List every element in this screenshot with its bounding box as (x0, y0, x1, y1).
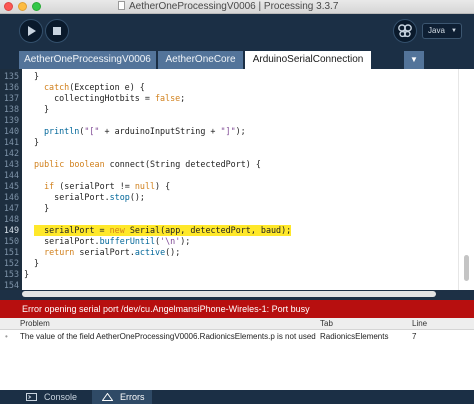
minimize-window-button[interactable] (18, 2, 27, 11)
code-text: } (24, 269, 30, 279)
code-text: } (34, 137, 40, 147)
code-text: catch(Exception e) { (44, 82, 145, 92)
code-line: 145 if (serialPort != null) { (3, 181, 171, 191)
keyword: null (134, 181, 156, 191)
code-text: println("[" + arduinoInputString + "]"); (44, 126, 246, 136)
vertical-scrollbar[interactable] (458, 69, 474, 290)
errors-table-header: Problem Tab Line (0, 318, 474, 330)
code-text: if (serialPort != null) { (44, 181, 171, 191)
keyword: boolean (69, 159, 105, 169)
code-text: } (34, 203, 50, 213)
stop-button[interactable] (45, 19, 69, 43)
string-literal: "[" (84, 126, 100, 136)
code-line: 139 (3, 115, 19, 125)
code-text: return serialPort.active(); (44, 247, 181, 257)
code-line: 141 } (3, 137, 40, 147)
play-icon (28, 26, 36, 36)
code-line: 152 } (3, 258, 40, 268)
code-text: serialPort = new Serial(app, detectedPor… (34, 225, 292, 236)
tab-aetheroneprocessingv0006[interactable]: AetherOneProcessingV0006 (19, 51, 156, 69)
debug-button[interactable] (393, 19, 417, 43)
function-name: bufferUntil (99, 236, 156, 246)
run-button[interactable] (19, 19, 43, 43)
function-name: stop (109, 192, 130, 202)
code-text: collectingHotbits = false; (44, 93, 186, 103)
toolbar: Java ▼ (0, 14, 474, 50)
string-literal: "]" (220, 126, 236, 136)
code-text: serialPort.bufferUntil('\n'); (34, 236, 191, 246)
code-text: } (34, 258, 40, 268)
keyword: catch (44, 82, 70, 92)
chevron-down-icon: ▼ (451, 28, 457, 34)
column-header-line[interactable]: Line (412, 318, 427, 330)
document-icon (118, 1, 125, 10)
tab-console[interactable]: Console (16, 390, 92, 404)
code-line: 136 catch(Exception e) { (3, 82, 145, 92)
mode-selector[interactable]: Java ▼ (422, 23, 462, 39)
butterfly-icon (398, 24, 412, 38)
keyword: false (154, 93, 181, 103)
title-bar: AetherOneProcessingV0006 | Processing 3.… (0, 0, 474, 14)
code-line: 154 (3, 280, 19, 290)
tab-aetheronecore[interactable]: AetherOneCore (158, 51, 243, 69)
code-editor[interactable]: 135 } 136 catch(Exception e) { 137 colle… (0, 69, 474, 297)
error-row[interactable]: • The value of the field AetherOneProces… (0, 331, 474, 343)
scrollbar-thumb[interactable] (464, 255, 469, 281)
code-text: } (34, 71, 40, 81)
column-header-problem[interactable]: Problem (20, 318, 50, 330)
warning-icon: • (5, 332, 8, 341)
code-line: 140 println("[" + arduinoInputString + "… (3, 126, 246, 136)
highlighted-code-line: 149 serialPort = new Serial(app, detecte… (3, 225, 292, 236)
console-icon (26, 393, 37, 401)
keyword: public (34, 159, 65, 169)
code-line: 138 } (3, 104, 50, 114)
error-tab: RadionicsElements (320, 332, 389, 341)
keyword: if (44, 181, 55, 191)
code-line: 142 (3, 148, 19, 158)
console-tabs: Console Errors (0, 390, 474, 404)
zoom-window-button[interactable] (32, 2, 41, 11)
code-line: 135 } (3, 71, 40, 81)
error-status-bar: Error opening serial port /dev/cu.Angelm… (0, 300, 474, 318)
warning-icon (102, 393, 113, 401)
error-line: 7 (412, 332, 417, 341)
window-title: AetherOneProcessingV0006 | Processing 3.… (118, 1, 338, 12)
tab-arduinoserialconnection[interactable]: ArduinoSerialConnection (245, 51, 371, 69)
code-line: 143 public boolean connect(String detect… (3, 159, 261, 169)
code-line: 151 return serialPort.active(); (3, 247, 181, 257)
keyword: return (44, 247, 75, 257)
function-name: active (134, 247, 166, 257)
tab-errors[interactable]: Errors (92, 390, 152, 404)
code-line: 148 (3, 214, 19, 224)
string-literal: '\n' (160, 236, 181, 246)
code-text: public boolean connect(String detectedPo… (34, 159, 261, 169)
code-line: 147 } (3, 203, 50, 213)
column-header-tab[interactable]: Tab (320, 318, 333, 330)
keyword: new (109, 225, 125, 235)
tabs-menu-button[interactable]: ▼ (404, 51, 424, 69)
close-window-button[interactable] (4, 2, 13, 11)
error-problem: The value of the field AetherOneProcessi… (20, 332, 316, 341)
code-line: 153 } (3, 269, 30, 279)
code-text: serialPort.stop(); (34, 192, 145, 202)
code-line: 144 (3, 170, 19, 180)
code-text: } (44, 104, 50, 114)
stop-icon (53, 27, 61, 35)
code-line: 146 serialPort.stop(); (3, 192, 145, 202)
function-name: println (44, 126, 80, 136)
horizontal-scrollbar[interactable] (22, 291, 436, 297)
code-line: 137 collectingHotbits = false; (3, 93, 186, 103)
errors-table: Problem Tab Line • The value of the fiel… (0, 318, 474, 390)
sketch-tabs: AetherOneProcessingV0006 AetherOneCore A… (0, 50, 474, 69)
code-line: 150 serialPort.bufferUntil('\n'); (3, 236, 191, 246)
